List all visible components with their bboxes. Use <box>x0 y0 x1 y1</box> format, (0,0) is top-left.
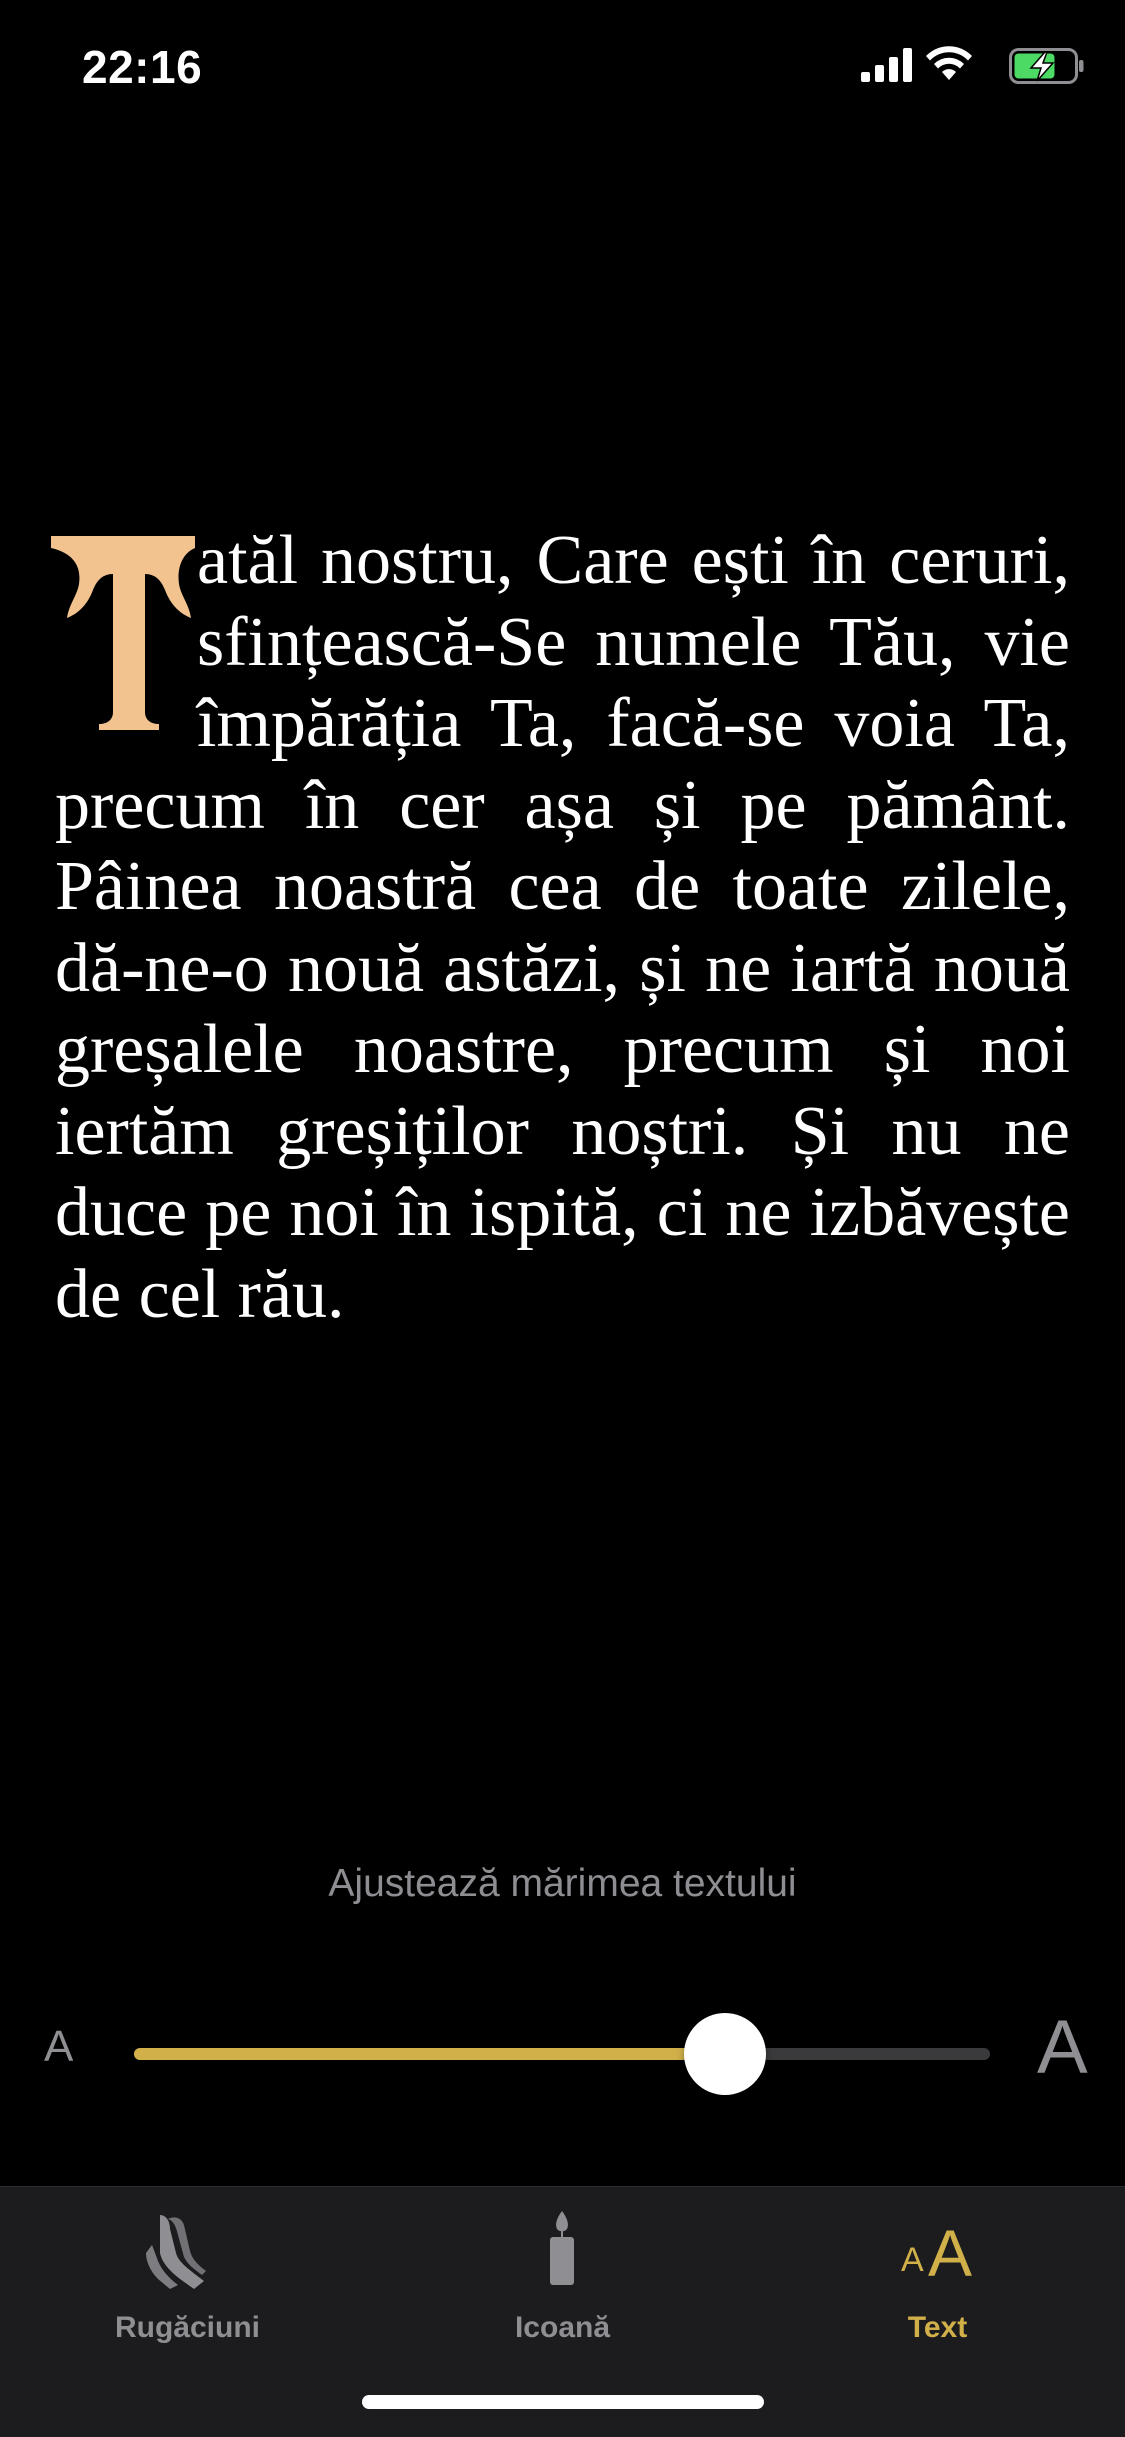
small-text-size-label: A <box>44 2022 74 2071</box>
home-indicator <box>362 2395 764 2409</box>
text-size-icon-small: A <box>901 2241 924 2279</box>
tab-label-prayers: Rugăciuni <box>114 2311 260 2344</box>
praying-hands-icon <box>146 2215 206 2289</box>
tab-prayers[interactable]: Rugăciuni <box>0 2187 375 2367</box>
tab-label-text: Text <box>907 2311 968 2344</box>
text-size-icon-large: A <box>928 2216 973 2290</box>
tab-label-icon: Icoană <box>514 2311 611 2344</box>
candle-icon <box>550 2211 574 2285</box>
tab-text[interactable]: A A Text <box>750 2187 1125 2367</box>
battery-charging-icon <box>1009 48 1084 84</box>
wifi-icon <box>926 46 972 80</box>
text-size-slider[interactable] <box>134 2013 990 2095</box>
tab-icon-view[interactable]: Icoană <box>375 2187 750 2367</box>
text-size-icon: A A <box>750 2209 1125 2290</box>
adjust-text-size-caption: Ajustează mărimea textului <box>328 1862 797 1905</box>
cellular-signal-icon <box>861 48 912 82</box>
large-text-size-label: A <box>1037 2005 1088 2090</box>
status-bar: 22:16 <box>0 0 1125 140</box>
slider-fill <box>134 2048 725 2060</box>
dropcap-letter <box>51 536 195 730</box>
slider-thumb[interactable] <box>683 2013 766 2095</box>
status-time: 22:16 <box>82 41 203 93</box>
prayer-text: atăl nostru, Care ești în ce­ruri, sfinț… <box>51 520 1070 1335</box>
prayer-body: atăl nostru, Care ești în ce­ruri, sfinț… <box>55 522 1070 1333</box>
